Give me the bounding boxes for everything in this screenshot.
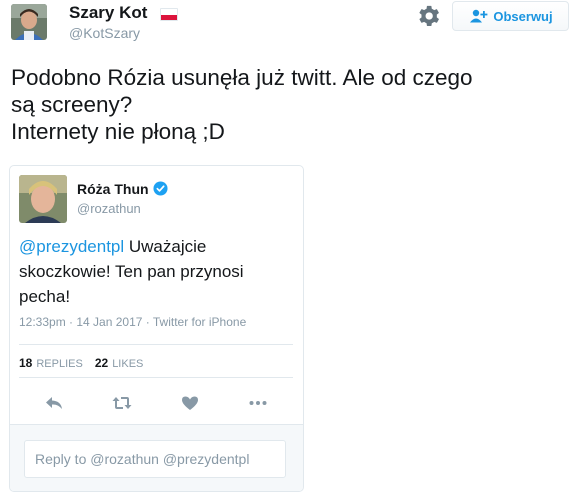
replies-stat[interactable]: 18 REPLIES <box>19 356 83 370</box>
tweet-line: Internety nie płoną ;D <box>11 119 225 144</box>
likes-count: 22 <box>94 356 109 370</box>
embedded-tweet-card: Róża Thun @rozathun @prezydentpl Uważajc… <box>9 165 304 492</box>
author-name[interactable]: Szary Kot <box>69 3 147 23</box>
replies-count: 18 <box>19 356 33 370</box>
replies-label: REPLIES <box>36 358 83 370</box>
tweet-line: są screeny? <box>11 92 133 117</box>
tweet-actions <box>10 390 303 416</box>
add-user-icon <box>470 9 488 23</box>
avatar[interactable] <box>11 4 47 40</box>
likes-label: LIKES <box>112 358 144 370</box>
reply-input[interactable] <box>24 440 286 478</box>
tweet-timestamp[interactable]: 12:33pm · 14 Jan 2017 · Twitter for iPho… <box>19 315 246 329</box>
follow-label: Obserwuj <box>493 8 553 24</box>
divider <box>19 344 293 345</box>
embedded-avatar[interactable] <box>19 175 67 223</box>
reply-icon[interactable] <box>43 393 65 413</box>
tweet-text: Podobno Rózia usunęła już twitt. Ale od … <box>11 64 561 145</box>
poland-flag-icon <box>160 8 178 21</box>
embedded-author-name[interactable]: Róża Thun <box>77 181 149 197</box>
mention-link[interactable]: @prezydentpl <box>19 237 124 256</box>
retweet-icon[interactable] <box>111 393 133 413</box>
likes-stat[interactable]: 22 LIKES <box>95 356 144 370</box>
more-dots-icon[interactable] <box>247 393 269 413</box>
gear-icon[interactable] <box>419 5 441 27</box>
author-handle[interactable]: @KotSzary <box>69 25 140 41</box>
follow-button[interactable]: Obserwuj <box>452 1 569 31</box>
divider <box>19 377 293 378</box>
tweet-line: Podobno Rózia usunęła już twitt. Ale od … <box>11 65 473 90</box>
like-heart-icon[interactable] <box>179 393 201 413</box>
verified-badge-icon <box>153 181 168 196</box>
embedded-tweet-text: @prezydentpl Uważajcie skoczkowie! Ten p… <box>19 234 289 309</box>
embedded-author-handle[interactable]: @rozathun <box>77 201 141 216</box>
tweet-stats: 18 REPLIES 22 LIKES <box>19 356 143 370</box>
reply-box <box>10 424 303 491</box>
